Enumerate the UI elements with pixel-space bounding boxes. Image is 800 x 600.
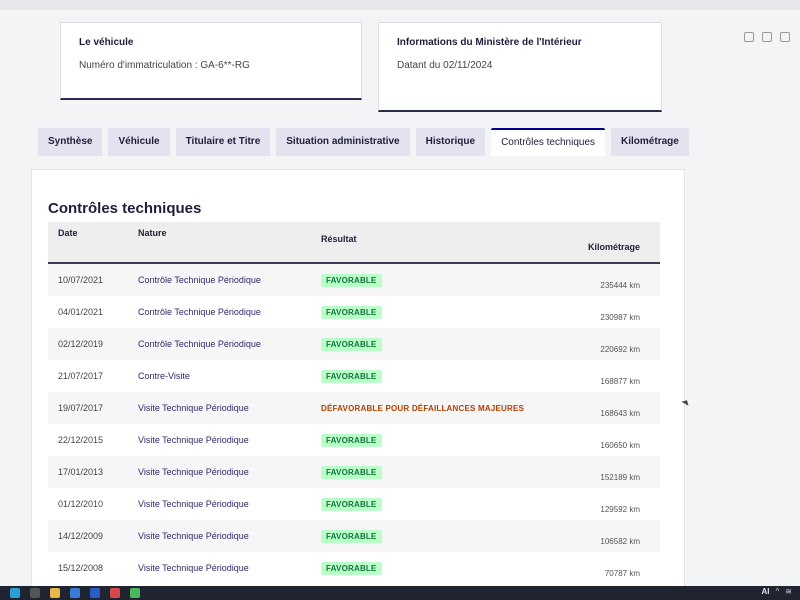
tab-synthese[interactable]: Synthèse [38, 128, 103, 156]
folder-icon[interactable] [50, 588, 60, 598]
restore-icon[interactable] [762, 32, 772, 42]
row-date: 19/07/2017 [58, 403, 104, 413]
row-nature: Visite Technique Périodique [138, 467, 249, 477]
os-taskbar: AI ^ ≋ [0, 586, 800, 600]
start-icon[interactable] [10, 588, 20, 598]
page: Le véhicule Numéro d'immatriculation : G… [0, 0, 800, 600]
table-row: 19/07/2017 Visite Technique Périodique D… [48, 392, 660, 424]
result-badge-unfavorable: DÉFAVORABLE POUR DÉFAILLANCES MAJEURES [321, 403, 525, 413]
ministry-date: Datant du 02/11/2024 [397, 60, 493, 71]
header-result: Résultat [321, 234, 357, 244]
vehicle-card: Le véhicule Numéro d'immatriculation : G… [60, 22, 362, 100]
result-badge: FAVORABLE [321, 369, 382, 383]
row-date: 17/01/2013 [58, 467, 104, 477]
table-row: 01/12/2010 Visite Technique Périodique F… [48, 488, 660, 520]
row-nature: Visite Technique Périodique [138, 563, 249, 573]
row-date: 04/01/2021 [58, 307, 104, 317]
ministry-card-title: Informations du Ministère de l'Intérieur [397, 37, 582, 48]
table-row: 04/01/2021 Contrôle Technique Périodique… [48, 296, 660, 328]
table-row: 21/07/2017 Contre-Visite FAVORABLE 16887… [48, 360, 660, 392]
header-date: Date [58, 228, 78, 238]
result-badge: FAVORABLE [321, 273, 382, 287]
table-header: Date Nature Résultat Kilométrage [48, 222, 660, 264]
tab-controles-techniques[interactable]: Contrôles techniques [491, 128, 606, 156]
table-row: 14/12/2009 Visite Technique Périodique F… [48, 520, 660, 552]
vehicle-card-title: Le véhicule [79, 37, 134, 48]
row-km: 129592 km [600, 504, 640, 514]
row-nature: Contre-Visite [138, 371, 190, 381]
header-nature: Nature [138, 228, 167, 238]
row-date: 10/07/2021 [58, 275, 104, 285]
tab-historique[interactable]: Historique [415, 128, 486, 156]
result-badge: FAVORABLE [321, 497, 382, 511]
row-km: 168643 km [600, 408, 640, 418]
tab-bar: Synthèse Véhicule Titulaire et Titre Sit… [38, 128, 689, 156]
ai-label[interactable]: AI [762, 587, 770, 596]
table-row: 17/01/2013 Visite Technique Périodique F… [48, 456, 660, 488]
table-row: 02/12/2019 Contrôle Technique Périodique… [48, 328, 660, 360]
tab-titulaire[interactable]: Titulaire et Titre [175, 128, 271, 156]
result-badge: FAVORABLE [321, 337, 382, 351]
row-date: 01/12/2010 [58, 499, 104, 509]
tab-kilometrage[interactable]: Kilométrage [611, 128, 689, 156]
mail-icon[interactable] [70, 588, 80, 598]
window-controls [744, 32, 790, 42]
row-km: 220692 km [600, 344, 640, 354]
row-km: 160650 km [600, 440, 640, 450]
result-badge: FAVORABLE [321, 465, 382, 479]
tab-situation-administrative[interactable]: Situation administrative [276, 128, 410, 156]
system-tray: AI ^ ≋ [762, 587, 792, 596]
row-nature: Visite Technique Périodique [138, 499, 249, 509]
row-date: 15/12/2008 [58, 563, 104, 573]
result-badge: FAVORABLE [321, 305, 382, 319]
row-km: 106582 km [600, 536, 640, 546]
row-km: 235444 km [600, 280, 640, 290]
tab-vehicule[interactable]: Véhicule [108, 128, 170, 156]
search-icon[interactable] [30, 588, 40, 598]
chevron-up-icon[interactable]: ^ [776, 587, 780, 596]
row-nature: Visite Technique Périodique [138, 531, 249, 541]
row-km: 70787 km [604, 568, 640, 578]
table-body: 10/07/2021 Contrôle Technique Périodique… [48, 264, 660, 584]
registration-number: Numéro d'immatriculation : GA-6**-RG [79, 60, 250, 71]
row-date: 02/12/2019 [58, 339, 104, 349]
row-date: 14/12/2009 [58, 531, 104, 541]
header-km: Kilométrage [587, 242, 640, 252]
row-nature: Visite Technique Périodique [138, 435, 249, 445]
browser-top-strip [0, 0, 800, 10]
technical-inspections-table: Date Nature Résultat Kilométrage 10/07/2… [48, 222, 660, 584]
row-km: 168877 km [600, 376, 640, 386]
tab-panel: Contrôles techniques Date Nature Résulta… [32, 170, 684, 590]
table-row: 22/12/2015 Visite Technique Périodique F… [48, 424, 660, 456]
row-km: 230987 km [600, 312, 640, 322]
result-badge: FAVORABLE [321, 561, 382, 575]
chrome-icon[interactable] [130, 588, 140, 598]
row-nature: Contrôle Technique Périodique [138, 339, 261, 349]
table-row: 10/07/2021 Contrôle Technique Périodique… [48, 264, 660, 296]
close-icon[interactable] [780, 32, 790, 42]
row-date: 22/12/2015 [58, 435, 104, 445]
wifi-icon[interactable]: ≋ [785, 587, 792, 596]
row-nature: Visite Technique Périodique [138, 403, 249, 413]
row-nature: Contrôle Technique Périodique [138, 275, 261, 285]
store-icon[interactable] [90, 588, 100, 598]
minimize-icon[interactable] [744, 32, 754, 42]
ministry-card: Informations du Ministère de l'Intérieur… [378, 22, 662, 112]
row-km: 152189 km [600, 472, 640, 482]
app-icon[interactable] [110, 588, 120, 598]
row-nature: Contrôle Technique Périodique [138, 307, 261, 317]
result-badge: FAVORABLE [321, 529, 382, 543]
table-row: 15/12/2008 Visite Technique Périodique F… [48, 552, 660, 584]
result-badge: FAVORABLE [321, 433, 382, 447]
section-title: Contrôles techniques [48, 200, 202, 217]
row-date: 21/07/2017 [58, 371, 104, 381]
